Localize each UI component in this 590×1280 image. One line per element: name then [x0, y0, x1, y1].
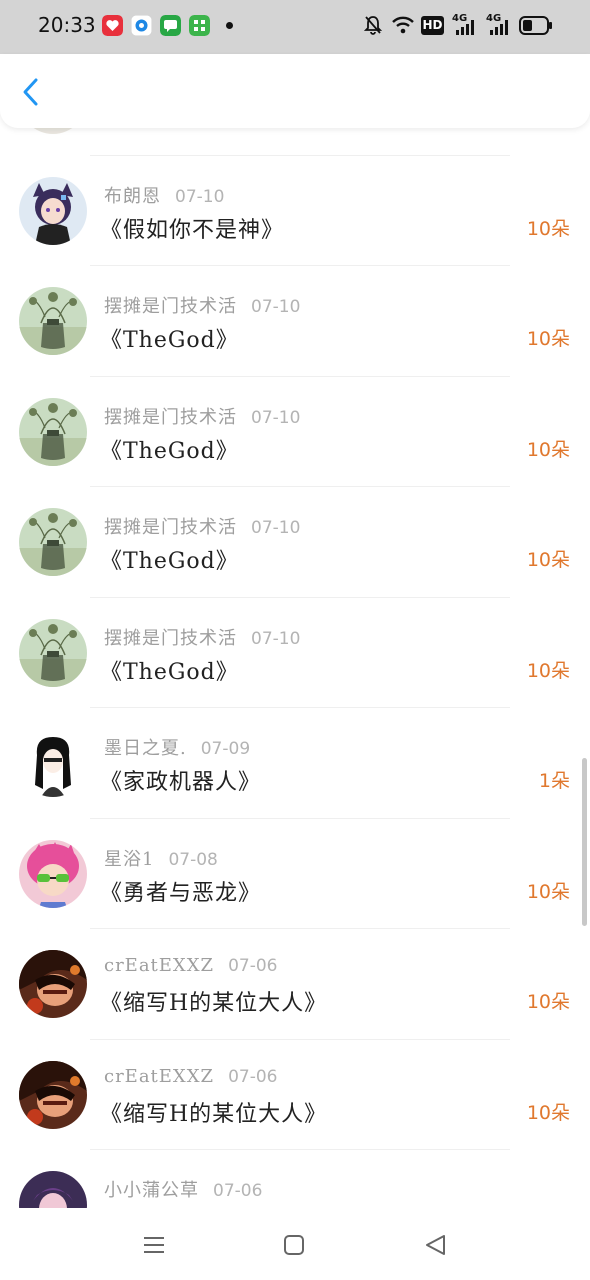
wifi-icon	[392, 16, 414, 34]
flower-count: 10朵	[526, 1101, 570, 1124]
hd-icon: HD	[421, 16, 444, 35]
item-meta: 星浴1 07-08	[104, 845, 218, 871]
work-title[interactable]: 《缩写H的某位大人》	[100, 1096, 327, 1128]
item-meta: 布朗恩 07-10	[104, 182, 224, 208]
flower-count: 10朵	[526, 549, 570, 571]
notification-dot	[226, 22, 233, 29]
list-item[interactable]: 小小蒲公草 07-06	[0, 1150, 590, 1208]
back-triangle-icon[interactable]	[418, 1228, 452, 1262]
app-icon-chat	[160, 15, 181, 36]
flower-count: 10朵	[526, 438, 570, 461]
user-name[interactable]: crEatEXXZ	[104, 955, 214, 976]
avatar[interactable]	[19, 618, 87, 687]
list-item[interactable]: 布朗恩 07-10 《假如你不是神》 10朵	[0, 156, 590, 267]
user-name[interactable]: 墨日之夏.	[104, 738, 187, 759]
app-icon-target	[131, 15, 152, 36]
work-title[interactable]: 《缩写H的某位大人》	[100, 985, 327, 1017]
home-square-icon[interactable]	[277, 1228, 311, 1262]
user-name[interactable]: 星浴1	[104, 849, 154, 870]
user-name[interactable]: 布朗恩	[104, 186, 161, 207]
scrollbar[interactable]	[582, 758, 587, 926]
donation-list[interactable]: 《·············》布朗恩07-10《假如你不是神》10朵摆摊是门技术…	[0, 54, 590, 1208]
item-meta: 墨日之夏. 07-09	[104, 734, 250, 760]
item-date: 07-10	[251, 407, 301, 428]
battery-icon	[519, 16, 552, 35]
signal-4g-icon	[456, 20, 474, 35]
list-item[interactable]: crEatEXXZ 07-06 《缩写H的某位大人》 10朵	[0, 1040, 590, 1151]
work-title[interactable]: 《TheGod》	[100, 654, 239, 686]
avatar[interactable]	[19, 287, 87, 355]
work-title[interactable]: 《假如你不是神》	[100, 212, 284, 244]
avatar[interactable]	[19, 176, 87, 245]
list-item[interactable]: crEatEXXZ 07-06 《缩写H的某位大人》 10朵	[0, 929, 590, 1040]
item-meta: 摆摊是门技术活 07-10	[104, 624, 300, 650]
avatar[interactable]	[19, 397, 87, 466]
avatar[interactable]	[19, 1171, 87, 1208]
item-date: 07-09	[200, 739, 251, 759]
item-date: 07-10	[251, 297, 301, 317]
item-date: 07-06	[213, 1181, 263, 1201]
menu-icon[interactable]	[137, 1228, 171, 1262]
item-date: 07-10	[251, 518, 301, 538]
list-item[interactable]: 摆摊是门技术活 07-10 《TheGod》 10朵	[0, 266, 590, 377]
item-meta: 摆摊是门技术活 07-10	[104, 292, 300, 318]
item-meta: crEatEXXZ 07-06	[104, 1066, 277, 1087]
item-date: 07-06	[228, 1066, 278, 1087]
item-date: 07-10	[175, 186, 225, 207]
user-name[interactable]: 摆摊是门技术活	[104, 407, 237, 428]
flower-count: 1朵	[538, 770, 570, 792]
flower-count: 10朵	[526, 991, 570, 1013]
list-item[interactable]: 星浴1 07-08 《勇者与恶龙》 10朵	[0, 819, 590, 930]
signal-4g-icon	[490, 20, 508, 35]
top-app-bar	[0, 54, 590, 128]
avatar[interactable]	[19, 508, 87, 576]
status-time: 20:33	[38, 13, 96, 37]
user-name[interactable]: 摆摊是门技术活	[104, 628, 237, 649]
item-meta: crEatEXXZ 07-06	[104, 955, 277, 976]
work-title[interactable]: 《TheGod》	[100, 433, 239, 465]
user-name[interactable]: 摆摊是门技术活	[104, 517, 237, 538]
list-item[interactable]: 摆摊是门技术活 07-10 《TheGod》 10朵	[0, 598, 590, 709]
bell-off-icon	[364, 16, 382, 35]
system-nav-bar	[0, 1208, 590, 1280]
flower-count: 10朵	[526, 328, 570, 350]
list-item[interactable]: 墨日之夏. 07-09 《家政机器人》 1朵	[0, 708, 590, 819]
avatar[interactable]	[19, 1060, 87, 1129]
flower-count: 10朵	[526, 217, 570, 240]
flower-count: 10朵	[526, 880, 570, 903]
avatar[interactable]	[19, 839, 87, 908]
list-item[interactable]: 摆摊是门技术活 07-10 《TheGod》 10朵	[0, 377, 590, 488]
item-meta: 摆摊是门技术活 07-10	[104, 403, 300, 429]
user-name[interactable]: crEatEXXZ	[104, 1066, 214, 1087]
work-title[interactable]: 《勇者与恶龙》	[100, 875, 261, 907]
item-date: 07-08	[168, 849, 218, 870]
item-date: 07-10	[251, 628, 301, 649]
list-item[interactable]: 摆摊是门技术活 07-10 《TheGod》 10朵	[0, 487, 590, 598]
chevron-left-icon[interactable]	[14, 74, 50, 110]
avatar[interactable]	[19, 950, 87, 1018]
app-icon-heart	[102, 15, 123, 36]
user-name[interactable]: 小小蒲公草	[104, 1180, 199, 1201]
item-meta: 摆摊是门技术活 07-10	[104, 513, 300, 539]
status-bar: 20:33 HD 4G 4G	[0, 0, 590, 54]
work-title[interactable]: 《TheGod》	[100, 322, 239, 354]
work-title[interactable]: 《家政机器人》	[100, 764, 261, 796]
item-date: 07-06	[228, 956, 278, 976]
avatar[interactable]	[19, 729, 87, 797]
flower-count: 10朵	[526, 659, 570, 682]
item-meta: 小小蒲公草 07-06	[104, 1176, 262, 1202]
work-title[interactable]: 《TheGod》	[100, 543, 239, 575]
app-icon-grid	[189, 15, 210, 36]
user-name[interactable]: 摆摊是门技术活	[104, 296, 237, 317]
